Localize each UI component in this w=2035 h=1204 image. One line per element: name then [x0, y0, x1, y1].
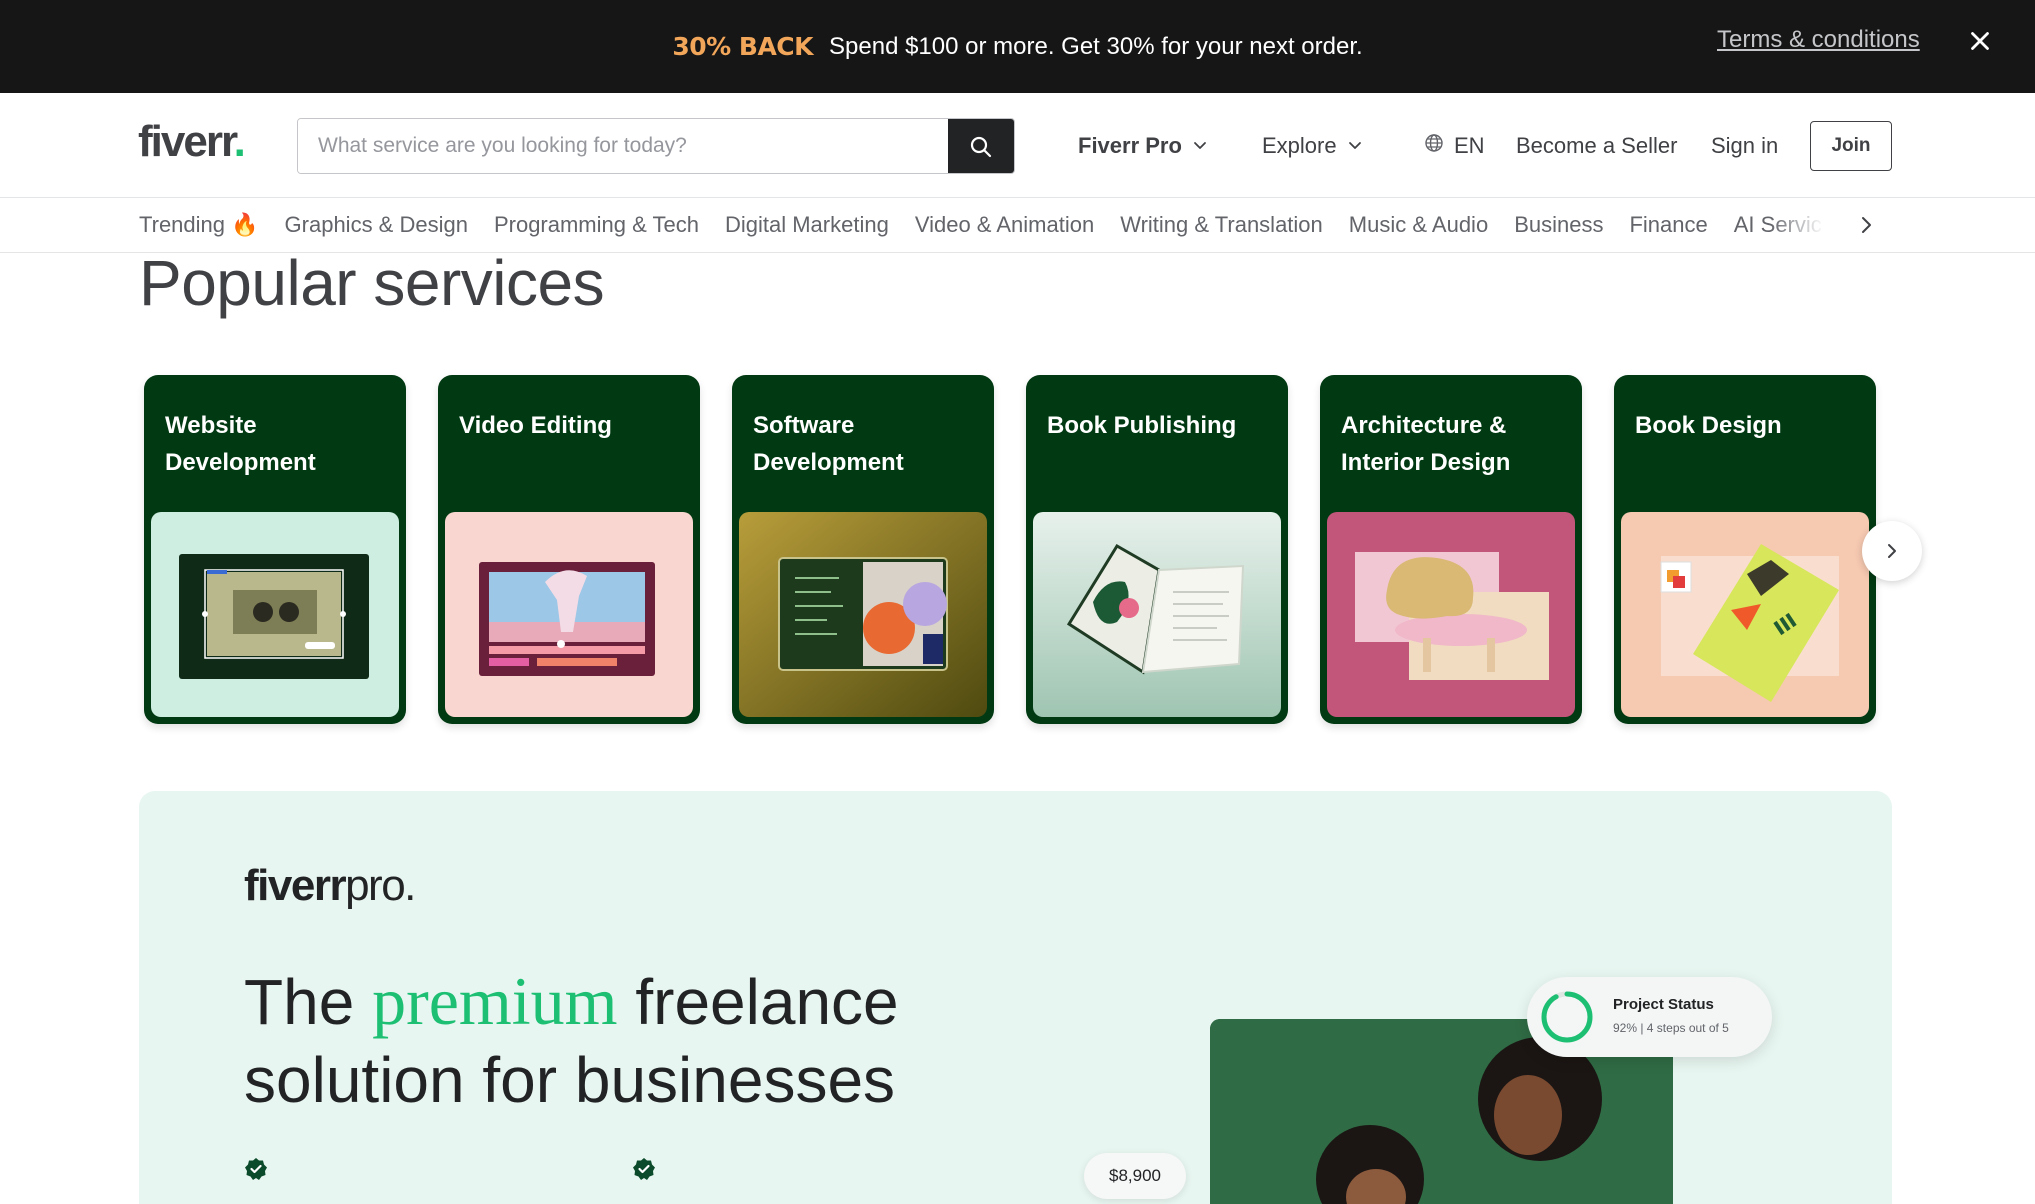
service-card-title: Website Development: [165, 412, 316, 476]
category-menu: Trending 🔥 Graphics & Design Programming &…: [0, 198, 2035, 253]
nav-explore[interactable]: Explore: [1262, 133, 1363, 159]
nav-language[interactable]: EN: [1424, 133, 1485, 159]
promo-text: Spend $100 or more. Get 30% for your nex…: [829, 32, 1363, 60]
category-item[interactable]: Programming & Tech: [494, 212, 699, 238]
service-card[interactable]: Video Editing: [438, 375, 700, 724]
globe-icon: [1424, 133, 1444, 159]
service-card-image: [739, 512, 987, 717]
logo-dot: .: [233, 117, 246, 166]
service-card-image: [1621, 512, 1869, 717]
promo-badge: 30% BACK: [672, 32, 814, 61]
service-card-title: Software Development: [753, 412, 904, 476]
category-mask: [1875, 198, 2035, 252]
service-card-title: Book Publishing: [1047, 412, 1237, 439]
popular-services-carousel: Website Development Video Editing Softwa…: [144, 375, 1876, 724]
category-item[interactable]: Finance: [1629, 212, 1707, 238]
logo-text: fiverr: [138, 117, 236, 166]
service-card[interactable]: Architecture & Interior Design: [1320, 375, 1582, 724]
search-input[interactable]: [298, 119, 948, 173]
chevron-right-icon[interactable]: [1860, 212, 1874, 238]
progress-ring-icon: [1539, 989, 1595, 1045]
chevron-down-icon: [1192, 133, 1208, 159]
status-title: Project Status: [1613, 996, 1714, 1013]
nav-fiverr-pro[interactable]: Fiverr Pro: [1078, 133, 1208, 159]
service-card-title: Video Editing: [459, 412, 612, 439]
section-title-popular: Popular services: [139, 247, 605, 319]
category-item[interactable]: Writing & Translation: [1120, 212, 1323, 238]
pro-headline: The premium freelance solution for busin…: [244, 962, 1044, 1119]
terms-link[interactable]: Terms & conditions: [1717, 26, 1920, 54]
service-card[interactable]: Website Development: [144, 375, 406, 724]
check-badge-icon: [632, 1157, 656, 1181]
chevron-right-icon: [1888, 544, 1896, 558]
nav-sign-in[interactable]: Sign in: [1711, 133, 1778, 159]
service-card[interactable]: Software Development: [732, 375, 994, 724]
service-card-title: Architecture & Interior Design: [1341, 412, 1511, 476]
category-item[interactable]: Graphics & Design: [285, 212, 468, 238]
category-item[interactable]: Digital Marketing: [725, 212, 889, 238]
nav-explore-label: Explore: [1262, 133, 1337, 158]
category-item[interactable]: Business: [1514, 212, 1603, 238]
headline-accent: premium: [372, 963, 618, 1039]
nav-language-label: EN: [1454, 133, 1485, 158]
fiverr-pro-section: fiverrpro. The premium freelance solutio…: [139, 791, 1892, 1204]
chevron-down-icon: [1347, 133, 1363, 159]
search-icon: [970, 136, 992, 158]
price-chip: $8,900: [1084, 1153, 1186, 1199]
service-card-image: [151, 512, 399, 717]
site-header: fiverr. Fiverr Pro Explore EN Become a S…: [0, 93, 2035, 198]
pro-logo-bold: fiverr: [244, 861, 347, 910]
service-card-image: [445, 512, 693, 717]
nav-become-seller[interactable]: Become a Seller: [1516, 133, 1677, 159]
project-status-card: Project Status 92% | 4 steps out of 5: [1527, 977, 1772, 1057]
check-badge-icon: [244, 1157, 268, 1181]
search-bar: [297, 118, 1015, 174]
service-card-image: [1327, 512, 1575, 717]
service-card[interactable]: Book Publishing: [1026, 375, 1288, 724]
category-item[interactable]: Video & Animation: [915, 212, 1094, 238]
carousel-next-button[interactable]: [1862, 521, 1922, 581]
promo-banner: 30% BACK Spend $100 or more. Get 30% for…: [0, 0, 2035, 93]
category-item[interactable]: Trending 🔥: [139, 212, 259, 238]
join-button[interactable]: Join: [1810, 121, 1892, 171]
search-button[interactable]: [948, 119, 1014, 173]
close-icon[interactable]: [1965, 26, 1995, 56]
service-card-image: [1033, 512, 1281, 717]
fiverr-logo[interactable]: fiverr.: [138, 117, 246, 167]
category-item[interactable]: Music & Audio: [1349, 212, 1488, 238]
fiverr-pro-logo: fiverrpro.: [244, 861, 416, 911]
service-card-title: Book Design: [1635, 412, 1782, 439]
service-card[interactable]: Book Design: [1614, 375, 1876, 724]
headline-pre: The: [244, 966, 373, 1038]
category-list: Trending 🔥 Graphics & Design Programming &…: [139, 212, 1822, 238]
category-fade: [1770, 198, 1860, 252]
status-subtitle: 92% | 4 steps out of 5: [1613, 1021, 1729, 1035]
nav-fiverr-pro-label: Fiverr Pro: [1078, 133, 1182, 158]
pro-logo-light: pro.: [345, 861, 416, 910]
